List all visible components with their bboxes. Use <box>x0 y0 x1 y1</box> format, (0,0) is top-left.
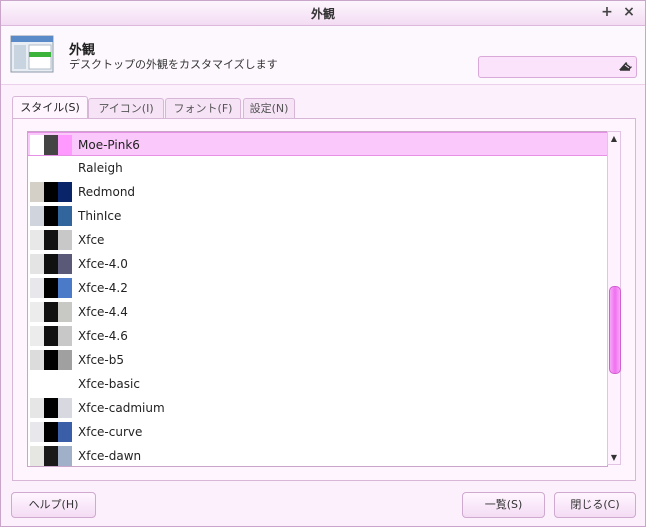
theme-preview-swatch <box>44 135 58 155</box>
style-name-label: Xfce-curve <box>78 425 143 439</box>
style-list-item[interactable]: Xfce-4.6 <box>28 324 607 348</box>
help-button[interactable]: ヘルプ(H) <box>11 492 96 518</box>
theme-preview-swatch <box>30 135 44 155</box>
theme-preview-swatch <box>58 254 72 274</box>
theme-preview-swatch <box>44 206 58 226</box>
style-panel: Moe-Pink6 Raleigh Redmond ThinIce Xfce Xfce-4… <box>12 118 636 481</box>
tab-settings[interactable]: 設定(N) <box>243 98 295 118</box>
theme-preview-swatch <box>44 446 58 466</box>
style-list-item[interactable]: Xfce-dawn <box>28 444 607 466</box>
theme-preview-swatch <box>58 278 72 298</box>
style-name-label: Xfce-dawn <box>78 449 142 463</box>
style-list-item[interactable]: Xfce-cadmium <box>28 396 607 420</box>
clear-search-icon[interactable] <box>616 58 634 76</box>
style-name-label: Xfce-4.6 <box>78 329 128 343</box>
theme-preview-swatch <box>58 135 72 155</box>
style-name-label: Redmond <box>78 185 136 199</box>
style-list-item[interactable]: Xfce-b5 <box>28 348 607 372</box>
theme-preview-swatch <box>58 446 72 466</box>
style-list-item[interactable]: Xfce-4.4 <box>28 300 607 324</box>
theme-preview-swatch <box>44 350 58 370</box>
theme-preview-swatch <box>58 230 72 250</box>
style-name-label: Moe-Pink6 <box>78 138 140 152</box>
theme-preview-swatch <box>58 398 72 418</box>
scroll-down-icon[interactable]: ▼ <box>608 452 620 464</box>
theme-preview-swatch <box>58 326 72 346</box>
style-list-item[interactable]: Xfce-curve <box>28 420 607 444</box>
list-scrollbar[interactable]: ▲ ▼ <box>607 131 621 465</box>
titlebar[interactable]: 外観 + × <box>1 1 645 26</box>
theme-preview-swatch <box>30 422 44 442</box>
theme-preview-swatch <box>30 206 44 226</box>
tab-fonts[interactable]: フォント(F) <box>165 98 241 118</box>
theme-preview-swatch <box>30 230 44 250</box>
theme-preview-swatch <box>44 302 58 322</box>
close-window-button[interactable]: × <box>621 4 637 20</box>
theme-preview-swatch <box>58 302 72 322</box>
style-list-item[interactable]: Xfce-basic <box>28 372 607 396</box>
style-list-item[interactable]: Xfce-4.2 <box>28 276 607 300</box>
style-name-label: Xfce-4.0 <box>78 257 128 271</box>
theme-preview-swatch <box>44 278 58 298</box>
theme-preview-swatch <box>58 350 72 370</box>
style-list-item[interactable]: Redmond <box>28 180 607 204</box>
style-name-label: Xfce-4.4 <box>78 305 128 319</box>
scroll-thumb[interactable] <box>609 286 621 374</box>
style-name-label: Raleigh <box>78 161 123 175</box>
theme-preview-swatch <box>30 326 44 346</box>
theme-preview-swatch <box>30 302 44 322</box>
tab-icons[interactable]: アイコン(I) <box>88 98 164 118</box>
theme-preview-swatch <box>30 350 44 370</box>
theme-preview-swatch <box>30 278 44 298</box>
theme-preview-swatch <box>58 182 72 202</box>
window-title: 外観 <box>310 7 335 21</box>
style-list-item[interactable]: Xfce-4.0 <box>28 252 607 276</box>
style-name-label: Xfce-b5 <box>78 353 125 367</box>
theme-preview-swatch <box>30 182 44 202</box>
appearance-window: 外観 + × 外観 デスクトップの外観をカスタマイズします スタイル(S) アイ… <box>0 0 646 527</box>
theme-preview-swatch <box>30 446 44 466</box>
style-name-label: ThinIce <box>78 209 122 223</box>
theme-preview-swatch <box>44 398 58 418</box>
style-list-item[interactable]: Xfce <box>28 228 607 252</box>
style-name-label: Xfce-cadmium <box>78 401 165 415</box>
maximize-button[interactable]: + <box>599 4 615 20</box>
theme-preview-swatch <box>44 326 58 346</box>
style-list-item[interactable]: Moe-Pink6 <box>28 132 607 156</box>
theme-preview-swatch <box>30 254 44 274</box>
search-input[interactable] <box>478 56 637 78</box>
theme-preview-swatch <box>58 206 72 226</box>
theme-preview-swatch <box>44 230 58 250</box>
theme-preview-swatch <box>44 422 58 442</box>
theme-preview-swatch <box>44 182 58 202</box>
style-list-item[interactable]: Raleigh <box>28 156 607 180</box>
theme-preview-swatch <box>58 422 72 442</box>
style-name-label: Xfce-basic <box>78 377 140 391</box>
appearance-icon <box>10 35 54 73</box>
header-subtitle: デスクトップの外観をカスタマイズします <box>69 58 278 71</box>
dialog-header: 外観 デスクトップの外観をカスタマイズします <box>1 26 645 85</box>
style-name-label: Xfce <box>78 233 105 247</box>
theme-preview-swatch <box>30 398 44 418</box>
scroll-up-icon[interactable]: ▲ <box>608 133 620 145</box>
list-button[interactable]: 一覧(S) <box>462 492 545 518</box>
tab-style[interactable]: スタイル(S) <box>12 96 88 119</box>
close-button[interactable]: 閉じる(C) <box>554 492 636 518</box>
style-list[interactable]: Moe-Pink6 Raleigh Redmond ThinIce Xfce Xfce-4… <box>27 131 608 467</box>
style-list-item[interactable]: ThinIce <box>28 204 607 228</box>
theme-preview-swatch <box>44 254 58 274</box>
style-name-label: Xfce-4.2 <box>78 281 128 295</box>
